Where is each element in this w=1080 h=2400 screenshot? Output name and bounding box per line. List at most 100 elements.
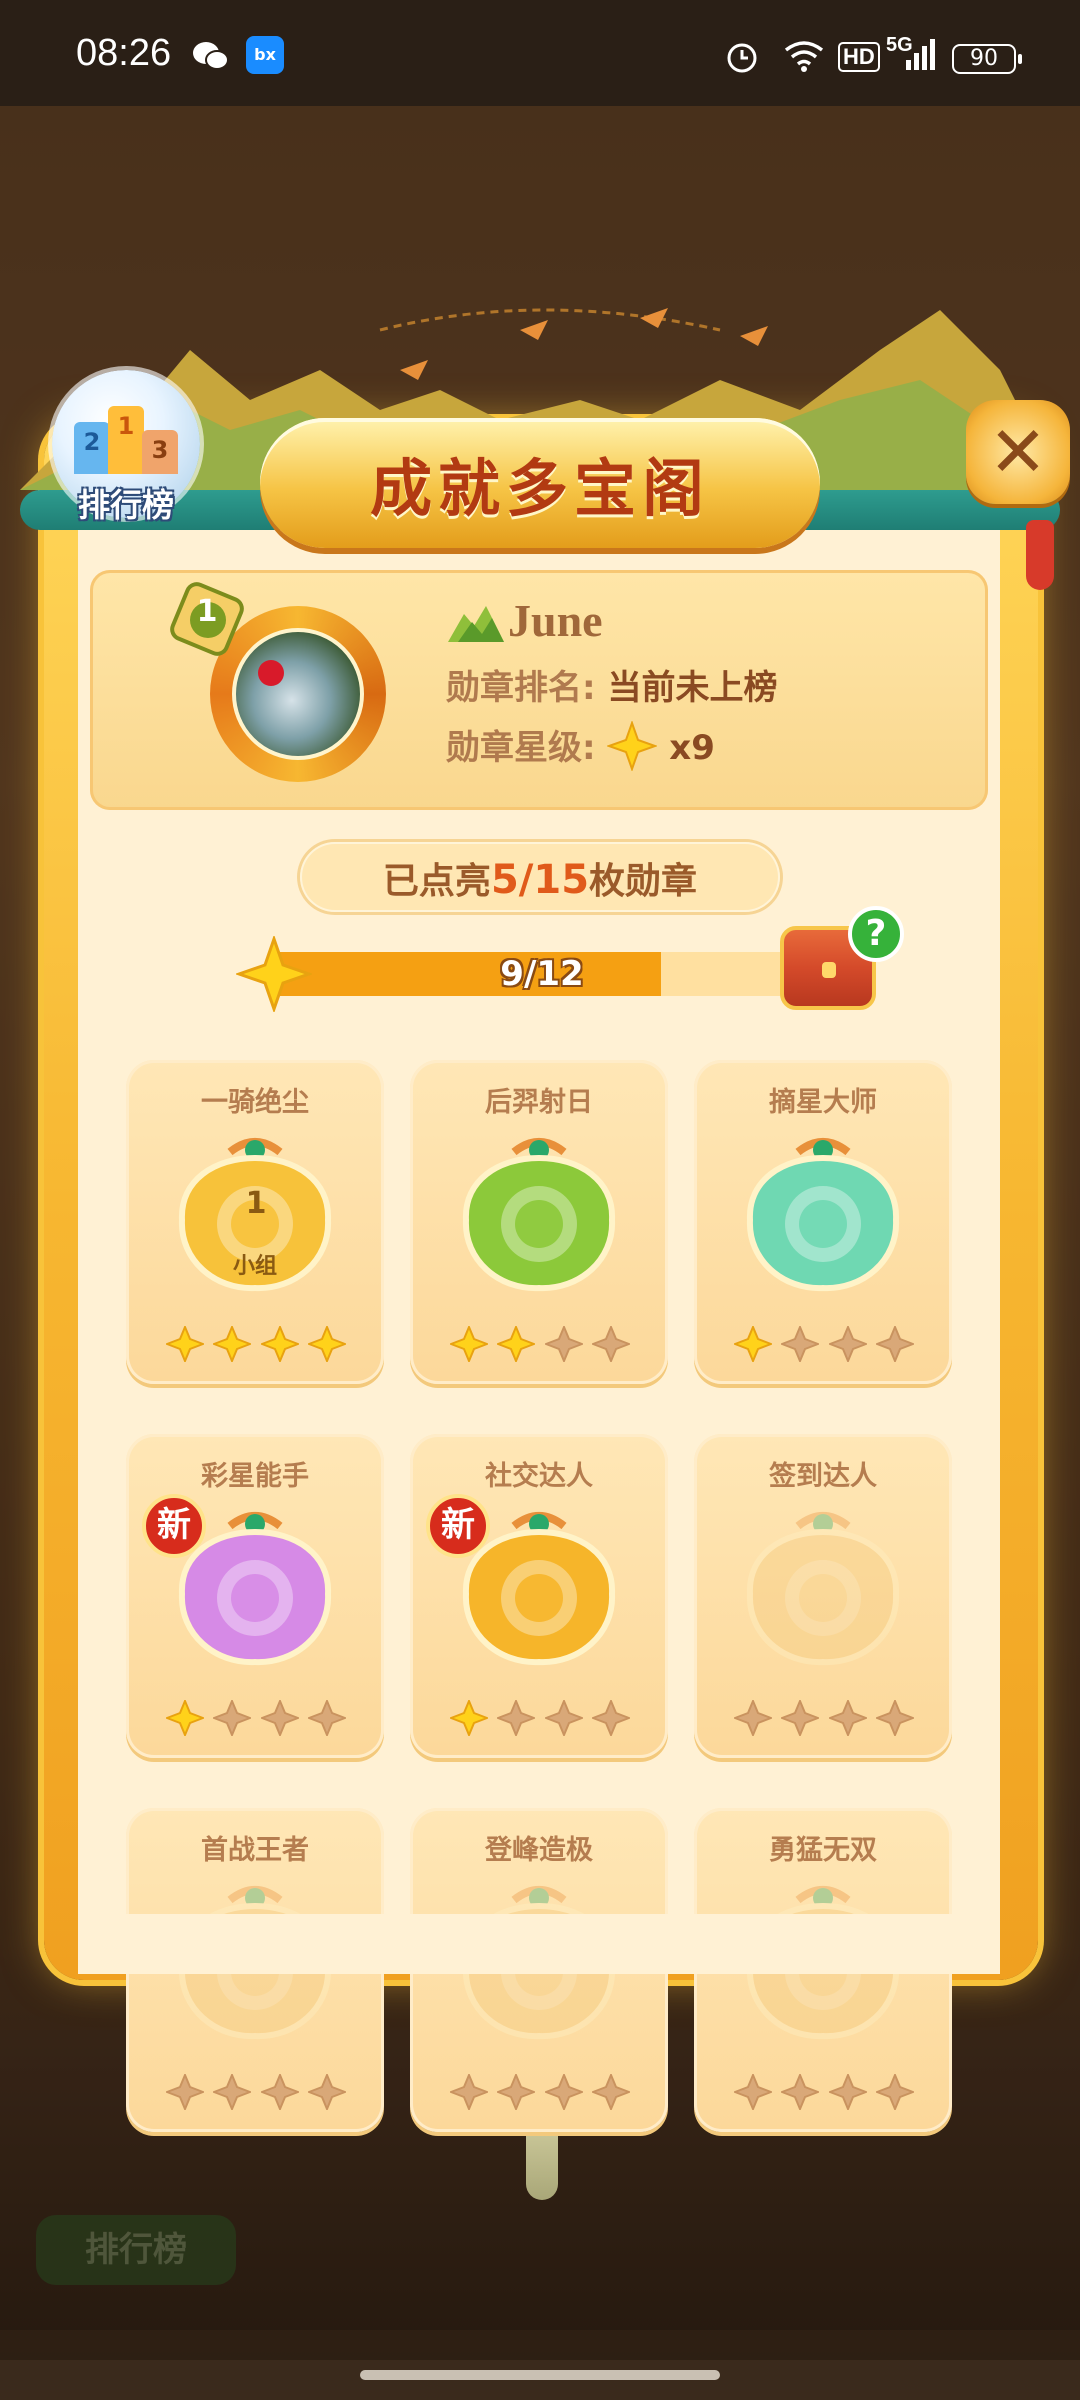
- star-filled-icon: [497, 1326, 536, 1362]
- medal-name: 一骑绝尘: [201, 1087, 309, 1118]
- status-time: 08:26: [76, 32, 172, 74]
- medal-card[interactable]: 社交达人新: [410, 1434, 668, 1758]
- star-empty-icon: [307, 2074, 346, 2110]
- star-filled-icon: [260, 1326, 299, 1362]
- help-button[interactable]: ?: [848, 906, 904, 962]
- star-empty-icon: [544, 1700, 583, 1736]
- signal-icon: [906, 39, 935, 70]
- battery-indicator: 90: [952, 44, 1022, 74]
- medal-name: 彩星能手: [201, 1461, 309, 1492]
- medal-card[interactable]: 签到达人: [694, 1434, 952, 1758]
- avatar[interactable]: [232, 628, 364, 760]
- star-empty-icon: [828, 1326, 867, 1362]
- star-empty-icon: [781, 1700, 820, 1736]
- star-empty-icon: [450, 2074, 488, 2110]
- new-badge: 新: [426, 1494, 490, 1558]
- star-empty-icon: [591, 1326, 630, 1362]
- ranking-label[interactable]: 排行榜: [52, 480, 200, 526]
- medal-star-count: x9: [669, 728, 715, 768]
- medal-icon: [746, 1138, 900, 1292]
- star-filled-icon: [166, 1326, 204, 1362]
- star-empty-icon: [734, 2074, 772, 2110]
- medal-card[interactable]: 一骑绝尘 1 小组: [126, 1060, 384, 1384]
- medal-star-label: 勋章星级:: [446, 728, 596, 768]
- star-filled-icon: [450, 1326, 488, 1362]
- star-filled-icon: [166, 1700, 204, 1736]
- medal-count-text: 已点亮5/15枚勋章: [300, 852, 780, 904]
- star-empty-icon: [544, 2074, 583, 2110]
- medal-name: 首战王者: [201, 1835, 309, 1866]
- star-empty-icon: [260, 2074, 299, 2110]
- medal-star-rating: [166, 1326, 346, 1362]
- medal-group-label: 小组: [232, 1254, 277, 1279]
- medal-rank-value: 当前未上榜: [607, 668, 778, 708]
- star-empty-icon: [213, 1700, 252, 1736]
- close-button[interactable]: ✕: [966, 400, 1070, 504]
- medal-card[interactable]: 后羿射日: [410, 1060, 668, 1384]
- medal-star-rating: [450, 1326, 630, 1362]
- alarm-icon: [727, 43, 757, 73]
- star-filled-icon: [734, 1326, 772, 1362]
- mountain-icon: [448, 606, 504, 642]
- star-empty-icon: [875, 1700, 914, 1736]
- star-icon: [607, 720, 658, 771]
- star-empty-icon: [734, 1700, 772, 1736]
- medal-star-rating: [734, 2074, 914, 2110]
- medal-star-rating: [166, 2074, 346, 2110]
- medal-name: 后羿射日: [485, 1087, 593, 1118]
- rank-block-2: 2: [74, 422, 110, 474]
- medal-star-rating: [734, 1326, 914, 1362]
- star-empty-icon: [828, 2074, 867, 2110]
- star-empty-icon: [307, 1700, 346, 1736]
- medal-rank-number: 1: [245, 1186, 267, 1221]
- star-empty-icon: [875, 1326, 914, 1362]
- medal-card[interactable]: 摘星大师: [694, 1060, 952, 1384]
- rank-block-3: 3: [142, 430, 178, 474]
- level-number: 1: [196, 594, 218, 629]
- medal-count-value: 5/15: [490, 857, 590, 903]
- star-empty-icon: [591, 1700, 630, 1736]
- star-empty-icon: [213, 2074, 252, 2110]
- wechat-icon: [193, 42, 229, 70]
- progress-star-icon: [236, 936, 312, 1012]
- user-name: June: [508, 595, 603, 646]
- page-title: 成就多宝阁: [369, 452, 710, 525]
- medal-rank-line: 勋章排名: 当前未上榜: [446, 660, 777, 709]
- medal-card[interactable]: 彩星能手新: [126, 1434, 384, 1758]
- close-icon: ✕: [988, 411, 1048, 493]
- star-empty-icon: [260, 1700, 299, 1736]
- star-empty-icon: [166, 2074, 204, 2110]
- medal-name: 摘星大师: [769, 1087, 877, 1118]
- medal-star-rating: [166, 1700, 346, 1736]
- star-empty-icon: [497, 1700, 536, 1736]
- avatar-flower: [258, 660, 284, 686]
- star-filled-icon: [213, 1326, 252, 1362]
- star-empty-icon: [875, 2074, 914, 2110]
- medal-rank-label: 勋章排名:: [446, 668, 596, 708]
- medal-name: 签到达人: [769, 1461, 877, 1492]
- medal-star-rating: [450, 1700, 630, 1736]
- medal-name: 社交达人: [485, 1461, 593, 1492]
- progress-text: 9/12: [500, 954, 584, 994]
- medal-star-rating: [450, 2074, 630, 2110]
- status-bar: 08:26 bx HD 5G 90: [0, 0, 1080, 106]
- medal-count-suffix: 枚勋章: [589, 861, 698, 902]
- medal-count-prefix: 已点亮: [382, 861, 491, 902]
- new-badge: 新: [142, 1494, 206, 1558]
- rank-block-1: 1: [108, 406, 144, 474]
- medal-icon: [746, 1512, 900, 1666]
- home-indicator[interactable]: [360, 2370, 720, 2380]
- hd-indicator: HD: [838, 42, 880, 72]
- medal-star-line: 勋章星级: x9: [446, 720, 715, 775]
- wifi-icon: [784, 41, 824, 72]
- star-empty-icon: [781, 2074, 820, 2110]
- star-empty-icon: [828, 1700, 867, 1736]
- app-notification-icon: bx: [246, 36, 284, 74]
- list-clip: [78, 1914, 1000, 1974]
- medal-star-rating: [734, 1700, 914, 1736]
- chest-lock-icon: [822, 962, 836, 978]
- star-empty-icon: [781, 1326, 820, 1362]
- star-empty-icon: [591, 2074, 630, 2110]
- medal-name: 登峰造极: [485, 1835, 593, 1866]
- star-filled-icon: [450, 1700, 488, 1736]
